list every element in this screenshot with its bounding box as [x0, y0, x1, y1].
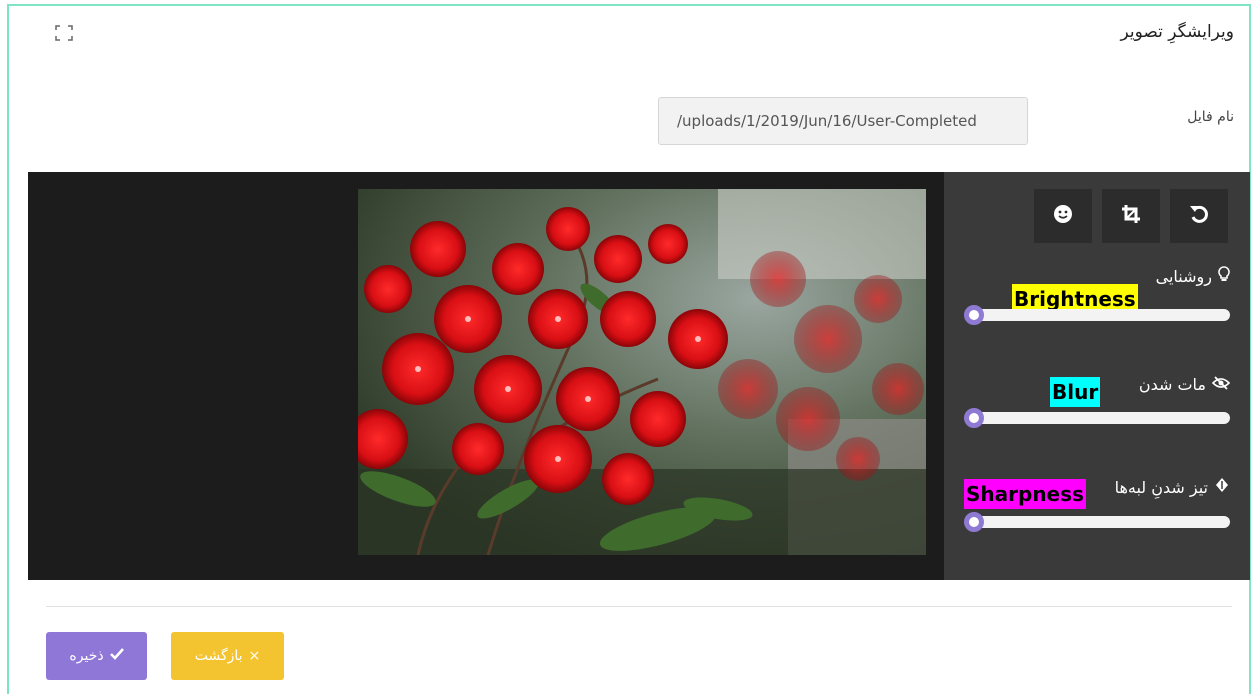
crop-icon	[1120, 203, 1142, 229]
close-icon: ×	[248, 648, 261, 664]
image-editor: روشنایی Brightness مات شدن Blur تیز شدنِ…	[28, 172, 1250, 580]
lightbulb-icon	[1218, 266, 1230, 286]
emoji-button[interactable]	[1034, 189, 1092, 243]
crop-button[interactable]	[1102, 189, 1160, 243]
photo-preview	[358, 189, 926, 555]
editor-canvas	[28, 172, 944, 580]
sharpness-tag: Sharpness	[964, 479, 1086, 509]
eye-slash-icon	[1211, 375, 1231, 394]
emoji-icon	[1053, 204, 1073, 228]
brightness-slider[interactable]	[964, 305, 1230, 325]
blur-slider-thumb[interactable]	[964, 408, 984, 428]
page-title: ویرایشگرِ تصویر	[1120, 22, 1234, 42]
brightness-label: روشنایی	[1156, 266, 1230, 286]
rotate-icon	[1188, 203, 1210, 229]
divider	[46, 606, 1232, 607]
sharpness-label: تیز شدنِ لبه‌ها	[1115, 477, 1230, 497]
back-button[interactable]: × بازگشت	[171, 632, 284, 680]
expand-icon[interactable]	[55, 25, 73, 41]
save-button[interactable]: ذخیره	[46, 632, 147, 680]
save-button-label: ذخیره	[69, 648, 104, 664]
rotate-button[interactable]	[1170, 189, 1228, 243]
sharpness-slider[interactable]	[964, 512, 1230, 532]
brightness-slider-thumb[interactable]	[964, 305, 984, 325]
adjustment-panel: روشنایی Brightness مات شدن Blur تیز شدنِ…	[944, 172, 1250, 580]
blur-slider[interactable]	[964, 408, 1230, 428]
filename-field[interactable]	[658, 97, 1028, 145]
filename-label: نام فایل	[1187, 109, 1234, 125]
checkmark-icon	[109, 648, 124, 664]
sharpen-icon	[1214, 477, 1230, 497]
blur-label: مات شدن	[1139, 375, 1231, 394]
back-button-label: بازگشت	[194, 648, 243, 664]
blur-tag: Blur	[1050, 377, 1101, 407]
sharpness-slider-thumb[interactable]	[964, 512, 984, 532]
